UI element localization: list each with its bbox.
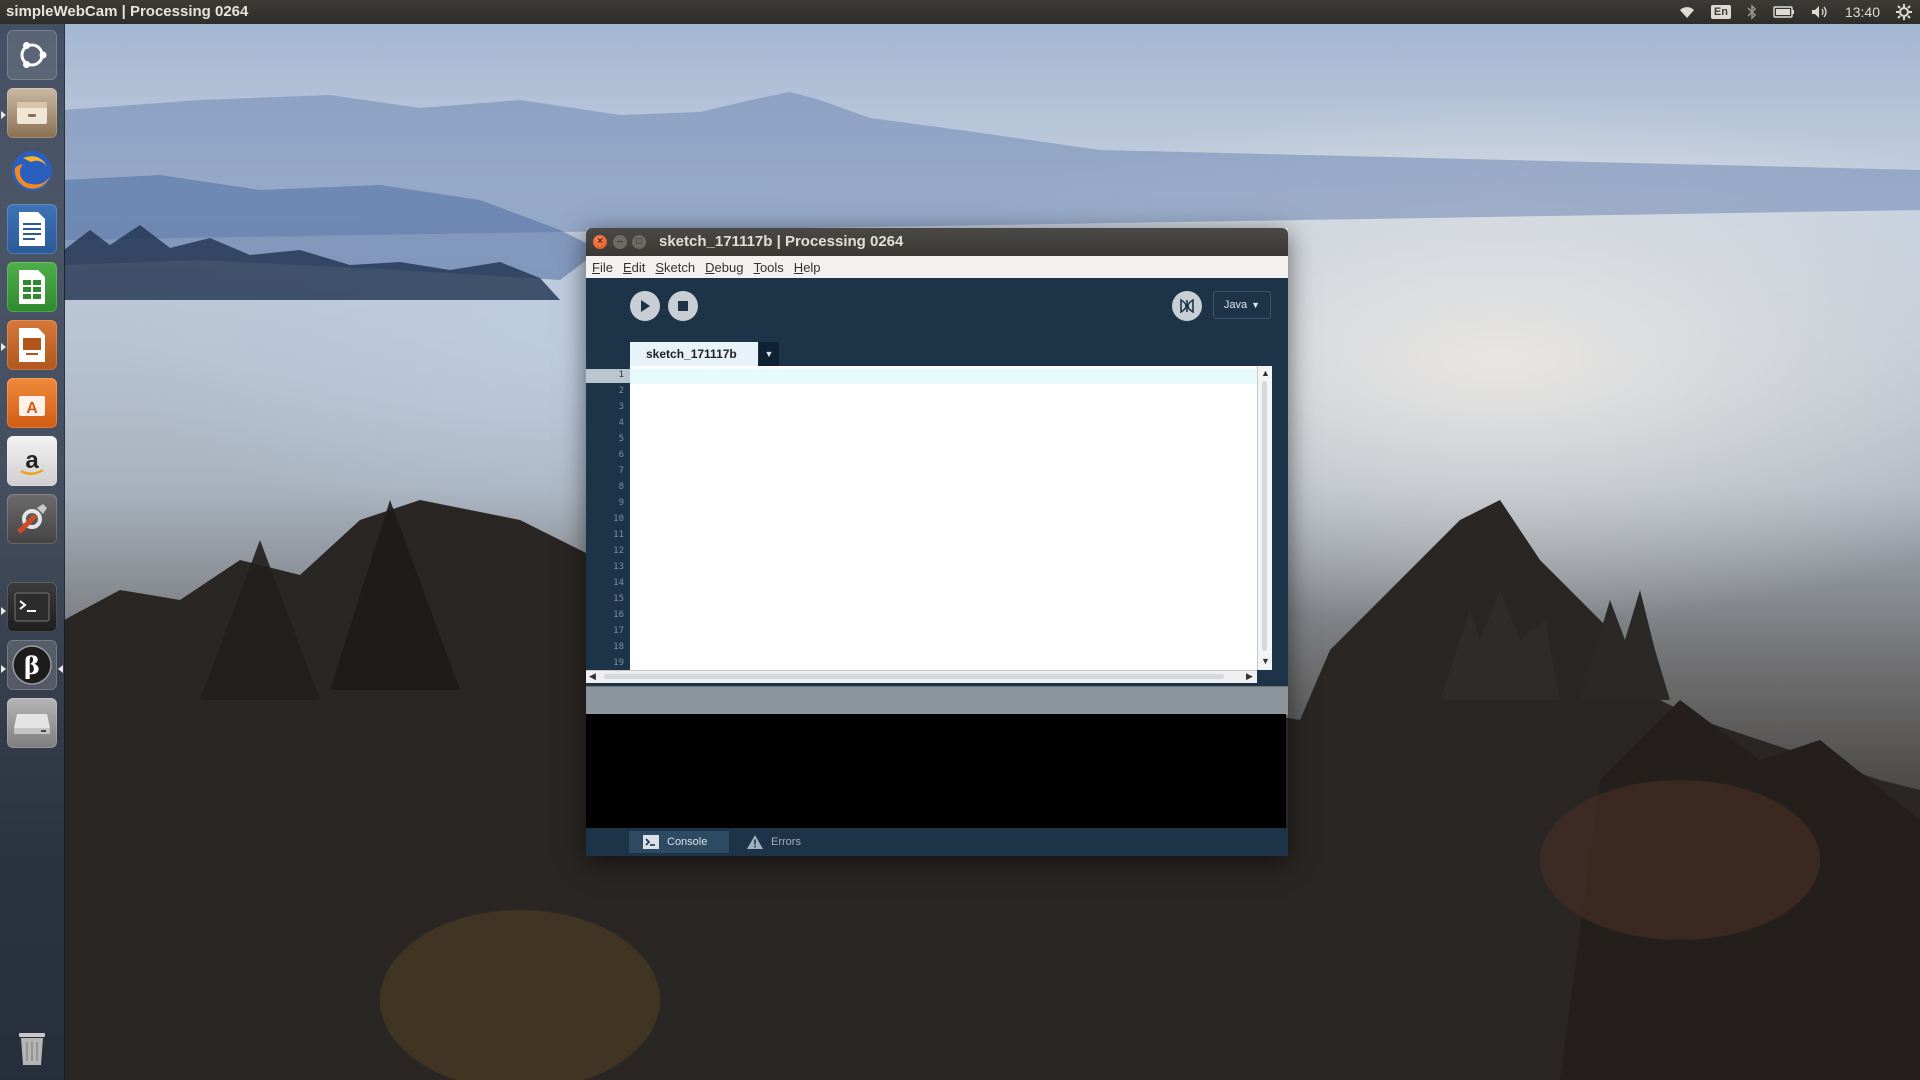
line-number: 6 bbox=[618, 450, 624, 460]
menu-tools[interactable]: Tools bbox=[749, 260, 787, 275]
tab-errors[interactable]: Errors bbox=[733, 831, 815, 853]
code-editor[interactable] bbox=[630, 366, 1257, 670]
tab-menu-button[interactable]: ▼ bbox=[759, 342, 779, 366]
scroll-up-arrow-icon[interactable]: ▲ bbox=[1261, 368, 1270, 378]
maximize-window-button[interactable]: □ bbox=[632, 235, 646, 249]
console-icon bbox=[643, 835, 659, 849]
toolbar: Java ▼ bbox=[586, 278, 1288, 338]
debug-button[interactable] bbox=[1172, 291, 1202, 321]
mode-label: Java bbox=[1223, 299, 1248, 311]
line-number-gutter: 1 2 3 4 5 6 7 8 9 10 11 12 13 14 15 16 1… bbox=[586, 366, 630, 671]
run-button[interactable] bbox=[630, 291, 660, 321]
line-number: 12 bbox=[613, 546, 624, 556]
sketch-tab-row: sketch_171117b ▼ bbox=[586, 338, 1288, 366]
svg-text:a: a bbox=[25, 447, 39, 474]
bluetooth-icon[interactable] bbox=[1739, 0, 1765, 24]
line-number: 19 bbox=[613, 658, 624, 668]
editor-area: 1 2 3 4 5 6 7 8 9 10 11 12 13 14 15 16 1… bbox=[586, 366, 1288, 686]
bottom-tab-bar: Console Errors bbox=[586, 828, 1288, 856]
system-settings-icon[interactable] bbox=[7, 494, 57, 544]
active-window-title: simpleWebCam | Processing 0264 bbox=[6, 3, 249, 20]
line-number: 9 bbox=[618, 498, 624, 508]
ubuntu-dash-icon[interactable] bbox=[7, 30, 57, 80]
close-window-button[interactable]: × bbox=[593, 235, 607, 249]
console-output[interactable] bbox=[586, 714, 1286, 828]
menu-help[interactable]: Help bbox=[790, 260, 825, 275]
vertical-scrollbar[interactable]: ▲ ▼ bbox=[1257, 366, 1272, 670]
scroll-down-arrow-icon[interactable]: ▼ bbox=[1261, 656, 1270, 666]
line-number: 4 bbox=[618, 418, 624, 428]
menu-edit[interactable]: Edit bbox=[619, 260, 649, 275]
stop-button[interactable] bbox=[668, 291, 698, 321]
line-number: 15 bbox=[613, 594, 624, 604]
menu-file[interactable]: File bbox=[588, 260, 617, 275]
line-number: 14 bbox=[613, 578, 624, 588]
line-number: 2 bbox=[618, 386, 624, 396]
launcher: A a β bbox=[0, 24, 65, 1080]
chevron-down-icon: ▼ bbox=[1251, 300, 1261, 310]
editor-console-divider[interactable] bbox=[586, 686, 1288, 715]
menu-debug[interactable]: Debug bbox=[701, 260, 747, 275]
libreoffice-writer-icon[interactable] bbox=[7, 204, 57, 254]
current-line-highlight bbox=[630, 369, 1257, 384]
settings-gear-icon[interactable] bbox=[1888, 0, 1920, 24]
trash-icon[interactable] bbox=[7, 1022, 57, 1072]
window-titlebar[interactable]: × – □ sketch_171117b | Processing 0264 bbox=[586, 228, 1288, 256]
line-number: 13 bbox=[613, 562, 624, 572]
scroll-left-arrow-icon[interactable]: ◀ bbox=[589, 671, 596, 682]
ubuntu-software-icon[interactable]: A bbox=[7, 378, 57, 428]
amazon-icon[interactable]: a bbox=[7, 436, 57, 486]
system-tray: En 13:40 bbox=[1671, 0, 1920, 24]
stop-icon bbox=[678, 301, 688, 311]
warning-icon bbox=[747, 835, 763, 849]
line-number: 3 bbox=[618, 402, 624, 412]
menu-bar: File Edit Sketch Debug Tools Help bbox=[586, 256, 1288, 278]
processing-icon[interactable]: β bbox=[7, 640, 57, 690]
line-number: 5 bbox=[618, 434, 624, 444]
line-number: 11 bbox=[613, 530, 624, 540]
chevron-down-icon: ▼ bbox=[764, 349, 774, 359]
horizontal-scroll-thumb[interactable] bbox=[604, 674, 1224, 679]
svg-text:A: A bbox=[26, 400, 38, 417]
clock[interactable]: 13:40 bbox=[1837, 0, 1888, 24]
libreoffice-calc-icon[interactable] bbox=[7, 262, 57, 312]
horizontal-scrollbar[interactable]: ◀ ▶ bbox=[586, 670, 1257, 683]
battery-icon[interactable] bbox=[1765, 0, 1803, 24]
line-number: 10 bbox=[613, 514, 624, 524]
volume-icon[interactable] bbox=[1803, 0, 1837, 24]
line-number: 16 bbox=[613, 610, 624, 620]
minimize-window-button[interactable]: – bbox=[613, 235, 627, 249]
menu-sketch[interactable]: Sketch bbox=[651, 260, 699, 275]
mode-selector[interactable]: Java ▼ bbox=[1213, 291, 1271, 319]
line-number: 8 bbox=[618, 482, 624, 492]
drive-icon[interactable] bbox=[7, 698, 57, 748]
line-number: 18 bbox=[613, 642, 624, 652]
svg-text:β: β bbox=[24, 651, 40, 680]
vertical-scroll-thumb[interactable] bbox=[1262, 381, 1267, 651]
firefox-icon[interactable] bbox=[7, 146, 57, 196]
libreoffice-impress-icon[interactable] bbox=[7, 320, 57, 370]
line-number: 1 bbox=[618, 370, 624, 380]
files-icon[interactable] bbox=[7, 88, 57, 138]
line-number: 17 bbox=[613, 626, 624, 636]
processing-window: × – □ sketch_171117b | Processing 0264 F… bbox=[586, 228, 1288, 856]
line-number: 7 bbox=[618, 466, 624, 476]
tab-console-label: Console bbox=[667, 836, 708, 848]
tab-errors-label: Errors bbox=[771, 836, 801, 848]
tab-sketch[interactable]: sketch_171117b bbox=[630, 342, 758, 366]
wifi-icon[interactable] bbox=[1671, 0, 1703, 24]
terminal-icon[interactable] bbox=[7, 582, 57, 632]
tab-console[interactable]: Console bbox=[629, 831, 729, 853]
butterfly-debug-icon bbox=[1180, 298, 1194, 314]
play-icon bbox=[641, 300, 650, 312]
top-panel: simpleWebCam | Processing 0264 En 13:40 bbox=[0, 0, 1920, 24]
window-title: sketch_171117b | Processing 0264 bbox=[659, 233, 904, 250]
keyboard-layout-indicator[interactable]: En bbox=[1703, 0, 1739, 24]
scroll-right-arrow-icon[interactable]: ▶ bbox=[1246, 671, 1253, 682]
